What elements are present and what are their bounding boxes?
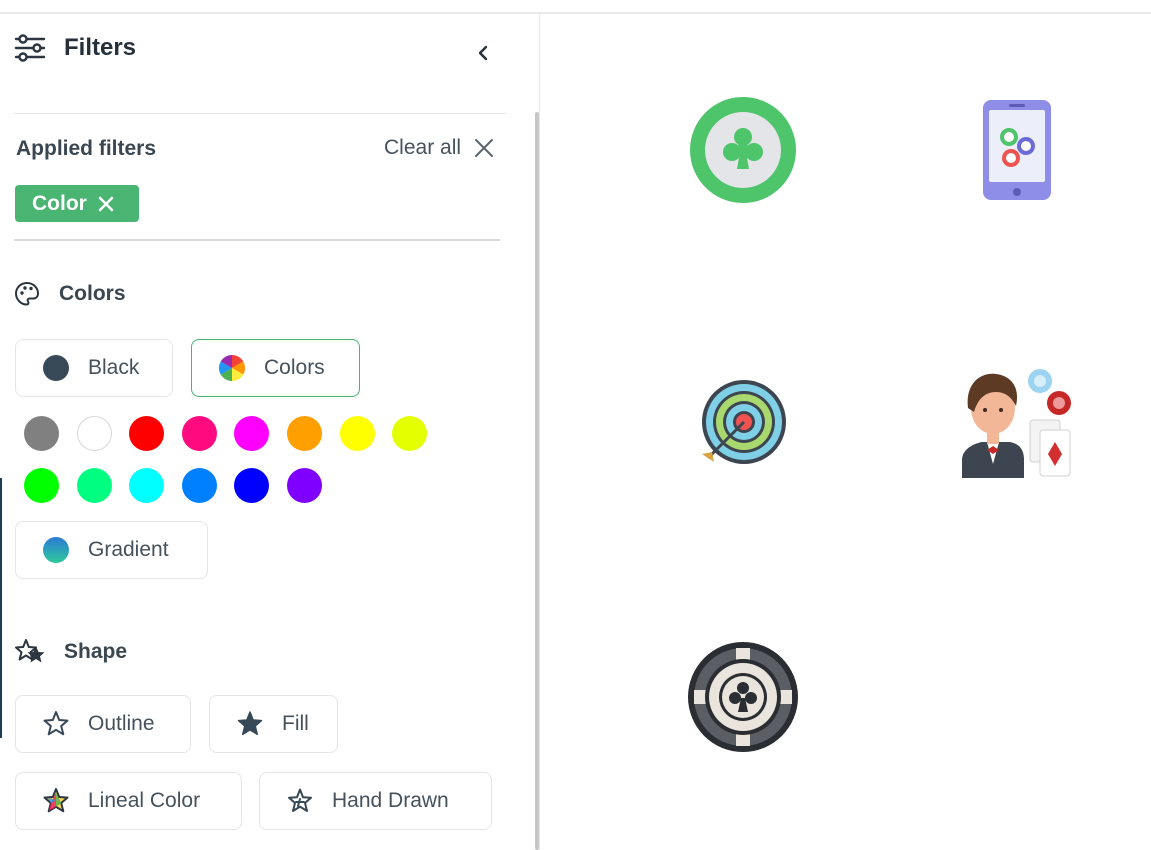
sliders-icon bbox=[14, 32, 46, 64]
shape-option-label: Fill bbox=[282, 712, 309, 735]
dartboard-target-icon bbox=[702, 380, 786, 464]
color-swatch[interactable] bbox=[181, 468, 217, 503]
divider bbox=[14, 239, 500, 241]
gradient-label: Gradient bbox=[88, 538, 169, 561]
color-option-label: Black bbox=[88, 356, 140, 379]
mobile-casino-chips-icon bbox=[983, 100, 1051, 200]
gradient-dot-icon bbox=[42, 536, 70, 564]
close-icon bbox=[475, 139, 494, 157]
clear-all-label: Clear all bbox=[384, 136, 462, 159]
star-outline-icon bbox=[42, 710, 70, 738]
applied-filter-chip-color[interactable]: Color bbox=[15, 185, 139, 222]
applied-filters-title: Applied filters bbox=[16, 137, 157, 160]
color-swatch[interactable] bbox=[392, 416, 428, 451]
result-club-badge[interactable] bbox=[690, 97, 796, 203]
club-badge-icon bbox=[690, 97, 796, 203]
palette-icon bbox=[14, 281, 40, 306]
result-mobile-casino[interactable] bbox=[982, 99, 1052, 201]
shape-section-title: Shape bbox=[14, 638, 127, 666]
color-swatch[interactable] bbox=[181, 416, 217, 451]
result-dartboard[interactable] bbox=[698, 378, 788, 466]
sidebar-scrollbar[interactable] bbox=[535, 112, 539, 850]
color-wheel-icon bbox=[218, 354, 246, 382]
color-swatch[interactable] bbox=[129, 416, 165, 451]
color-option-black[interactable]: Black bbox=[15, 339, 173, 397]
croupier-icon bbox=[962, 369, 1071, 478]
colors-title: Colors bbox=[59, 282, 126, 305]
color-swatch[interactable] bbox=[76, 468, 112, 503]
color-swatch[interactable] bbox=[287, 416, 322, 451]
chevron-left-icon bbox=[478, 45, 488, 61]
color-swatch[interactable] bbox=[339, 416, 375, 451]
shape-option-fill[interactable]: Fill bbox=[209, 695, 338, 753]
star-shape-icon bbox=[15, 639, 45, 663]
clear-all-button[interactable]: Clear all bbox=[384, 136, 495, 160]
color-swatch[interactable] bbox=[76, 416, 112, 451]
result-croupier[interactable] bbox=[960, 368, 1074, 480]
left-edge-marker bbox=[0, 478, 2, 738]
filters-title: Filters bbox=[64, 34, 137, 61]
divider bbox=[14, 113, 506, 114]
shape-option-lineal-color[interactable]: Lineal Color bbox=[15, 772, 242, 830]
black-dot-icon bbox=[42, 354, 70, 382]
shape-title: Shape bbox=[64, 640, 128, 663]
color-option-gradient[interactable]: Gradient bbox=[15, 521, 208, 579]
color-swatch[interactable] bbox=[24, 416, 59, 451]
poker-chip-club-icon bbox=[688, 642, 798, 752]
collapse-sidebar-button[interactable] bbox=[466, 36, 500, 70]
color-option-colors[interactable]: Colors bbox=[191, 339, 360, 397]
shape-option-outline[interactable]: Outline bbox=[15, 695, 191, 753]
color-swatch[interactable] bbox=[287, 468, 322, 503]
shape-option-label: Outline bbox=[88, 712, 155, 735]
color-swatch[interactable] bbox=[129, 468, 165, 503]
shape-option-hand-drawn[interactable]: Hand Drawn bbox=[259, 772, 492, 830]
color-option-label: Colors bbox=[264, 356, 325, 379]
result-poker-chip[interactable] bbox=[686, 640, 800, 754]
shape-option-label: Lineal Color bbox=[88, 789, 201, 812]
filters-header: Filters bbox=[14, 30, 504, 66]
chip-label: Color bbox=[32, 191, 87, 215]
star-fill-icon bbox=[236, 710, 264, 738]
star-hand-drawn-icon bbox=[286, 787, 314, 815]
colors-section-title: Colors bbox=[14, 281, 126, 307]
star-lineal-color-icon bbox=[42, 787, 70, 815]
shape-option-label: Hand Drawn bbox=[332, 789, 449, 812]
color-swatch[interactable] bbox=[24, 468, 59, 503]
remove-filter-icon[interactable] bbox=[97, 195, 115, 213]
